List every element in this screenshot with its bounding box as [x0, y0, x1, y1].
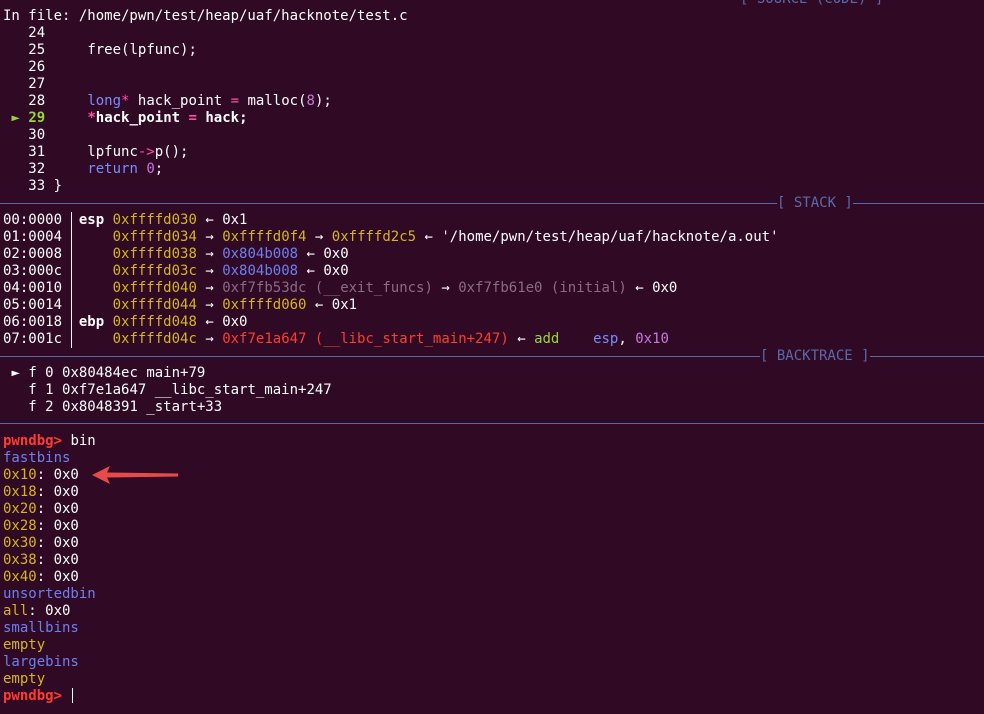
command-text: bin — [70, 433, 96, 449]
source-section-label: [ SOURCE (CODE) ] — [740, 0, 884, 8]
source-line: 24 — [28, 25, 46, 41]
fastbins-heading: fastbins — [3, 450, 71, 466]
stack-row: 03:000c 0xffffd03c → 0x804b008 ← 0x0 — [3, 263, 349, 280]
stack-row: 01:0004 0xffffd034 → 0xffffd0f4 → 0xffff… — [3, 229, 779, 246]
largebins-value: empty — [3, 671, 46, 687]
file-path: /home/pwn/test/heap/uaf/hacknote/test.c — [78, 8, 408, 24]
fastbin-entry: 0x40: 0x0 — [3, 569, 79, 585]
source-line: 30 — [28, 127, 46, 143]
file-prefix: In file: — [3, 8, 79, 24]
source-line: 32 return 0; — [28, 161, 164, 177]
console-separator — [0, 423, 984, 424]
fastbin-entry: 0x18: 0x0 — [3, 484, 79, 500]
source-line: 27 — [28, 76, 46, 92]
current-line-marker-icon: ► — [11, 110, 20, 126]
input-line[interactable]: pwndbg> — [3, 688, 74, 705]
source-line: 26 — [28, 59, 46, 75]
smallbins-heading: smallbins — [3, 620, 79, 636]
current-frame-marker-icon: ► — [11, 365, 20, 381]
backtrace-section-label: [ BACKTRACE ] — [760, 348, 870, 365]
stack-row: 04:0010 0xffffd040 → 0xf7fb53dc (__exit_… — [3, 280, 678, 297]
source-line: 33 } — [28, 178, 63, 194]
source-line: 31 lpfunc->p(); — [28, 144, 189, 160]
stack-row: 00:0000 esp 0xffffd030 ← 0x1 — [3, 212, 248, 229]
unsortedbin-entry: all: 0x0 — [3, 603, 71, 619]
fastbin-entry: 0x20: 0x0 — [3, 501, 79, 517]
fastbin-entry: 0x28: 0x0 — [3, 518, 79, 534]
prompt: pwndbg> — [3, 688, 63, 704]
stack-row: 07:001c 0xffffd04c → 0xf7e1a647 (__libc_… — [3, 331, 669, 348]
stack-section-label: [ STACK ] — [777, 195, 853, 212]
backtrace-frame: f 2 0x8048391 _start+33 — [28, 399, 223, 415]
text-cursor — [72, 688, 74, 703]
stack-row: 05:0014 0xffffd044 → 0xffffd060 ← 0x1 — [3, 297, 358, 314]
backtrace-frame-current: ► f 0 0x80484ec main+79 — [11, 365, 206, 381]
fastbin-entry: 0x30: 0x0 — [3, 535, 79, 551]
fastbin-entry: 0x10: 0x0 — [3, 467, 79, 483]
source-line: 28 long* hack_point = malloc(8); — [28, 93, 332, 109]
stack-row: 02:0008 0xffffd038 → 0x804b008 ← 0x0 — [3, 246, 349, 263]
smallbins-value: empty — [3, 637, 46, 653]
source-line: 25 free(lpfunc); — [28, 42, 197, 58]
annotation-arrow-icon — [92, 466, 178, 484]
fastbin-entry: 0x38: 0x0 — [3, 552, 79, 568]
unsortedbin-heading: unsortedbin — [3, 586, 96, 602]
largebins-heading: largebins — [3, 654, 79, 670]
source-line-current: ► 29 *hack_point = hack; — [11, 110, 248, 126]
command-line: pwndbg> bin — [3, 433, 96, 450]
source-file-line: In file: /home/pwn/test/heap/uaf/hacknot… — [3, 8, 408, 25]
stack-row: 06:0018 ebp 0xffffd048 ← 0x0 — [3, 314, 248, 331]
prompt: pwndbg> — [3, 433, 63, 449]
backtrace-frame: f 1 0xf7e1a647 __libc_start_main+247 — [28, 382, 332, 398]
